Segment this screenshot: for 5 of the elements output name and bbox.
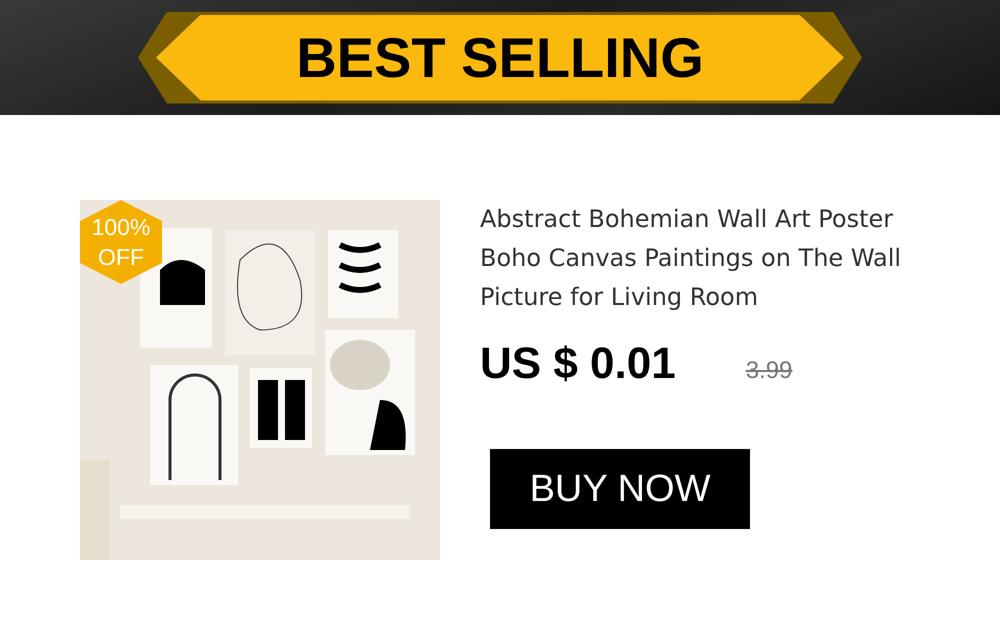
original-price: 3.99 <box>746 357 792 385</box>
banner-title: BEST SELLING <box>156 14 844 100</box>
product-title: Abstract Bohemian Wall Art Poster Boho Canvas Paintings on The Wall Picture for Living Room <box>480 204 902 313</box>
sale-price: US $ 0.01 <box>480 339 676 389</box>
buy-now-button[interactable]: BUY NOW <box>490 449 750 529</box>
